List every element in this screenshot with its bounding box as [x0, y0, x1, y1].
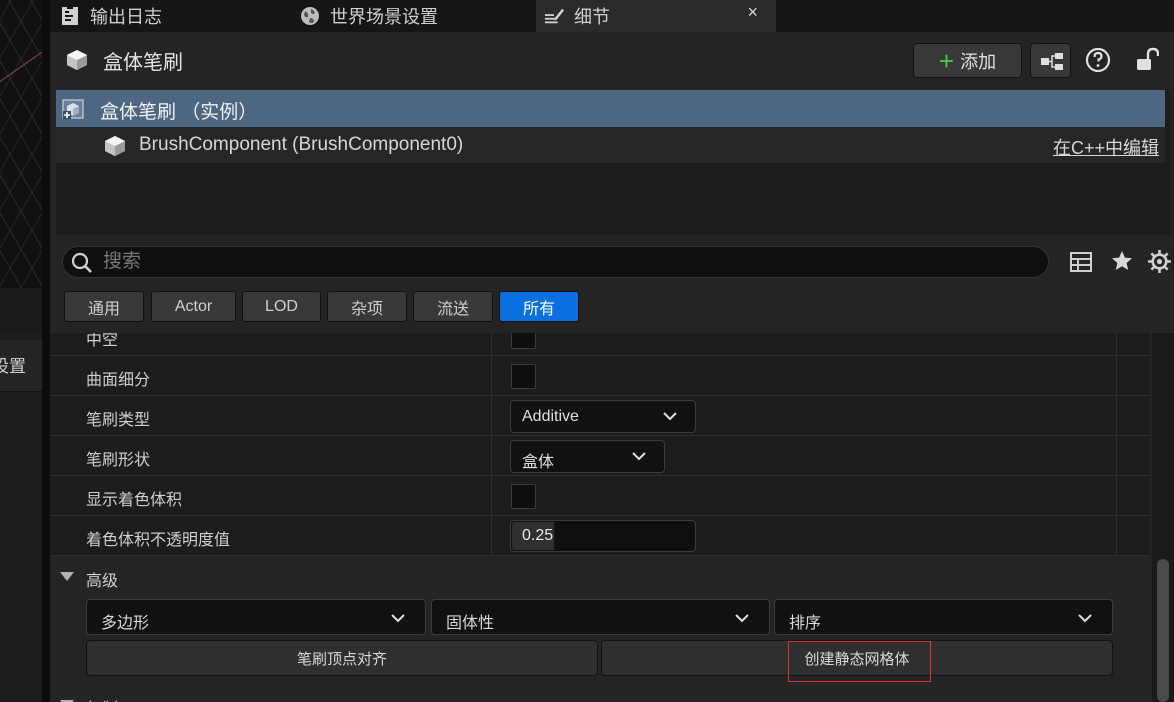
- tab-label: 细节: [574, 7, 610, 27]
- collapse-triangle-icon: [60, 572, 74, 581]
- number-value: 0.25: [522, 527, 554, 544]
- details-panel: 盒体笔刷 + 添加 盒体笔刷 （实例） BrushComponent (Brus…: [50, 32, 1174, 702]
- dropdown-value: 固体性: [446, 615, 495, 632]
- filter-chip-streaming[interactable]: 流送: [413, 291, 493, 322]
- tab-bar: 输出日志 世界场景设置 细节 ×: [50, 0, 1174, 32]
- property-name: 着色体积不透明度值: [86, 532, 231, 549]
- brush-type-dropdown[interactable]: Additive: [510, 400, 696, 433]
- search-box: [62, 246, 1049, 278]
- create-static-mesh-button[interactable]: 创建静态网格体: [601, 640, 1113, 676]
- panel-separator[interactable]: [42, 0, 50, 702]
- property-name: 曲面细分: [86, 372, 151, 389]
- property-name: 显示着色体积: [86, 492, 183, 509]
- dropdown-value: 盒体: [522, 454, 555, 471]
- filter-chip-misc[interactable]: 杂项: [327, 291, 407, 322]
- filter-chip-general[interactable]: 通用: [64, 291, 144, 322]
- opacity-number-field[interactable]: 0.25: [510, 520, 696, 552]
- advanced-combos-row: 多边形 固体性 排序: [86, 597, 1116, 637]
- advanced-buttons-row: 笔刷顶点对齐 创建静态网格体: [86, 640, 1116, 680]
- property-row-brush-shape: 笔刷形状 盒体: [50, 436, 1150, 476]
- dropdown-value: Additive: [522, 408, 579, 425]
- chevron-down-icon: [663, 412, 677, 421]
- tessellated-checkbox[interactable]: [511, 364, 536, 389]
- section-title: 高级: [86, 573, 119, 590]
- align-brush-vertices-button[interactable]: 笔刷顶点对齐: [86, 640, 598, 676]
- brush-shape-dropdown[interactable]: 盒体: [510, 440, 665, 473]
- tree-child-label: BrushComponent (BrushComponent0): [139, 134, 464, 155]
- filter-chip-all[interactable]: 所有: [499, 291, 579, 322]
- chevron-down-icon: [632, 452, 646, 461]
- chevron-down-icon: [1078, 614, 1092, 623]
- help-icon[interactable]: [1085, 47, 1111, 73]
- property-row-tessellated: 曲面细分: [50, 356, 1150, 396]
- property-row-hollow: 中空: [50, 333, 1150, 356]
- add-button[interactable]: + 添加: [913, 43, 1022, 78]
- chevron-down-icon: [735, 614, 749, 623]
- property-row-show-shade-volume: 显示着色体积: [50, 476, 1150, 516]
- solidity-dropdown[interactable]: 固体性: [431, 599, 770, 635]
- component-tree: 盒体笔刷 （实例） BrushComponent (BrushComponent…: [56, 90, 1170, 235]
- property-row-shade-volume-opacity: 着色体积不透明度值 0.25: [50, 516, 1150, 556]
- add-button-label: 添加: [960, 51, 997, 72]
- section-replication-header[interactable]: 复制: [50, 685, 1150, 702]
- details-header: 盒体笔刷 + 添加: [50, 32, 1174, 88]
- tree-root-label: 盒体笔刷 （实例）: [100, 102, 258, 123]
- section-title: 复制: [86, 695, 118, 702]
- star-icon[interactable]: [1110, 249, 1134, 273]
- viewport-remnant: [0, 0, 42, 288]
- property-grid: 中空 曲面细分 笔刷类型 Additive 笔刷形状 盒体 显示着色体积 着色体…: [50, 333, 1150, 702]
- search-input[interactable]: [103, 250, 1003, 274]
- dropdown-value: 排序: [789, 615, 822, 632]
- page-title: 盒体笔刷: [103, 52, 183, 74]
- edit-in-cpp-link[interactable]: 在C++中编辑: [1053, 134, 1159, 160]
- property-name: 笔刷类型: [86, 412, 151, 429]
- left-settings-tab[interactable]: 设置: [0, 340, 42, 392]
- table-view-icon[interactable]: [1069, 250, 1093, 274]
- show-shade-volume-checkbox[interactable]: [511, 484, 536, 509]
- tab-label: 世界场景设置: [330, 7, 438, 27]
- output-log-icon: [62, 6, 78, 25]
- gear-icon[interactable]: [1147, 249, 1172, 274]
- globe-icon: [301, 7, 319, 25]
- left-band: [0, 288, 42, 332]
- actor-instance-icon: [62, 99, 84, 119]
- search-icon: [71, 252, 92, 273]
- tab-world-settings[interactable]: 世界场景设置: [300, 0, 438, 32]
- tree-row-actor[interactable]: 盒体笔刷 （实例）: [56, 90, 1165, 127]
- order-dropdown[interactable]: 排序: [774, 599, 1113, 635]
- property-name: 中空: [86, 333, 119, 349]
- lock-icon[interactable]: [1135, 47, 1159, 73]
- section-advanced-header[interactable]: 高级: [50, 557, 1150, 597]
- filter-chip-actor[interactable]: Actor: [151, 291, 236, 322]
- polygons-dropdown[interactable]: 多边形: [86, 599, 426, 635]
- close-icon[interactable]: ×: [747, 2, 758, 23]
- tab-label: 输出日志: [90, 7, 162, 27]
- dropdown-value: 多边形: [101, 615, 150, 632]
- property-name: 笔刷形状: [86, 452, 151, 469]
- blueprint-button[interactable]: [1030, 43, 1071, 78]
- details-icon: [544, 8, 564, 24]
- filter-chip-lod[interactable]: LOD: [242, 291, 321, 322]
- tab-output-log[interactable]: 输出日志: [60, 0, 162, 32]
- property-row-brush-type: 笔刷类型 Additive: [50, 396, 1150, 436]
- tree-row-brush-component[interactable]: BrushComponent (BrushComponent0) 在C++中编辑: [56, 127, 1165, 163]
- chevron-down-icon: [391, 614, 405, 623]
- blueprint-icon: [1041, 53, 1063, 70]
- plus-icon: +: [938, 45, 955, 76]
- scrollbar-thumb[interactable]: [1157, 559, 1169, 702]
- hollow-checkbox[interactable]: [511, 333, 536, 349]
- brush-component-icon: [105, 136, 125, 156]
- tab-details[interactable]: 细节 ×: [536, 0, 776, 32]
- brush-cube-icon: [67, 50, 87, 70]
- left-tab-label: 设置: [0, 357, 26, 376]
